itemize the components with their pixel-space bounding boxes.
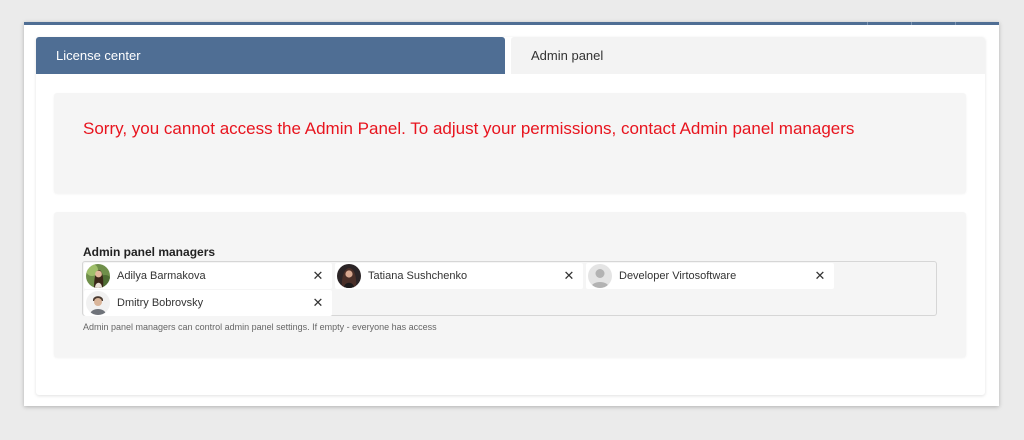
tab-bar: License center Admin panel [36,37,985,74]
window-top-bar [867,22,999,25]
access-denied-message: Sorry, you cannot access the Admin Panel… [83,119,855,138]
admin-managers-picker[interactable]: Adilya Barmakova ✕ Tatiana Sushchenko ✕ [82,261,937,316]
remove-icon[interactable]: ✕ [310,290,326,316]
admin-managers-title: Admin panel managers [83,245,216,259]
remove-icon[interactable]: ✕ [812,263,828,289]
manager-chip: Tatiana Sushchenko ✕ [335,263,583,289]
remove-icon[interactable]: ✕ [561,263,577,289]
manager-name: Dmitry Bobrovsky [117,297,204,309]
default-user-icon [588,264,612,288]
manager-name: Developer Virtosoftware [619,270,737,282]
tab-admin-panel[interactable]: Admin panel [511,37,985,74]
avatar [86,291,110,315]
manager-name: Tatiana Sushchenko [368,270,468,282]
avatar [337,264,361,288]
access-denied-panel: Sorry, you cannot access the Admin Panel… [54,93,966,193]
avatar [86,264,110,288]
settings-card: License center Admin panel Sorry, you ca… [36,37,985,395]
manager-name: Adilya Barmakova [117,270,206,282]
manager-chip: Developer Virtosoftware ✕ [586,263,834,289]
tab-license-center[interactable]: License center [36,37,505,74]
admin-managers-panel: Admin panel managers Adilya Barmakova ✕ … [54,212,966,357]
manager-chip: Adilya Barmakova ✕ [84,263,332,289]
remove-icon[interactable]: ✕ [310,263,326,289]
app-window: License center Admin panel Sorry, you ca… [24,22,999,406]
admin-managers-hint: Admin panel managers can control admin p… [83,322,437,332]
manager-chip: Dmitry Bobrovsky ✕ [84,290,332,316]
